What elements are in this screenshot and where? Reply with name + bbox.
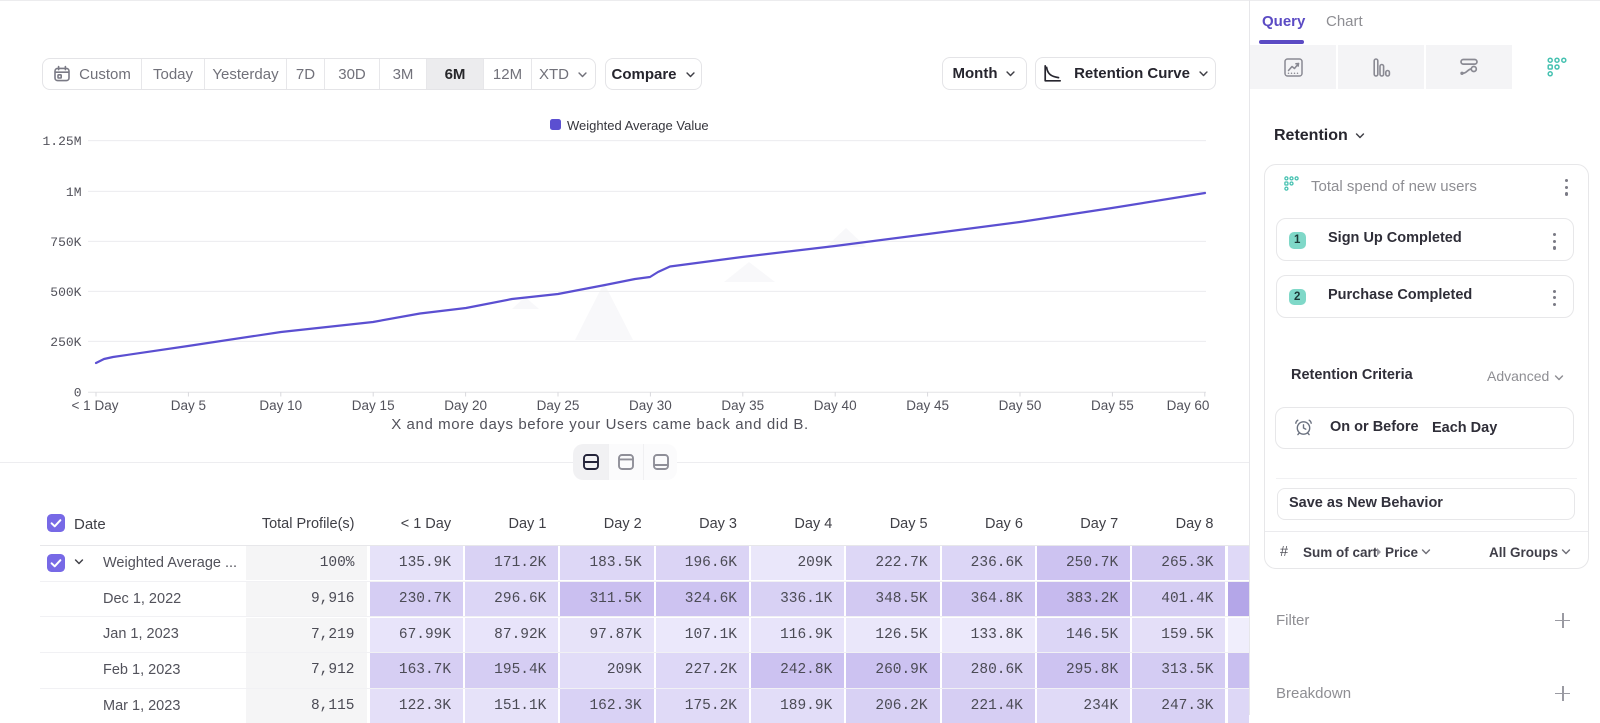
svg-text:Day 5: Day 5 [171,398,206,413]
svg-text:Day 35: Day 35 [721,398,764,413]
svg-text:Day 45: Day 45 [906,398,949,413]
svg-text:Day 15: Day 15 [352,398,395,413]
svg-text:250K: 250K [50,335,81,350]
svg-text:Day 10: Day 10 [259,398,302,413]
svg-text:Day 30: Day 30 [629,398,672,413]
svg-text:< 1 Day: < 1 Day [72,398,119,413]
svg-text:Day 50: Day 50 [999,398,1042,413]
svg-text:Day 55: Day 55 [1091,398,1134,413]
svg-text:Day 40: Day 40 [814,398,857,413]
svg-text:750K: 750K [50,235,81,250]
svg-text:Day 25: Day 25 [537,398,580,413]
svg-text:Day 60: Day 60 [1167,398,1210,413]
svg-text:1.25M: 1.25M [42,134,81,149]
svg-text:Day 20: Day 20 [444,398,487,413]
svg-text:X and more days before your Us: X and more days before your Users came b… [391,416,809,433]
svg-text:500K: 500K [50,285,81,300]
svg-text:1M: 1M [66,185,82,200]
